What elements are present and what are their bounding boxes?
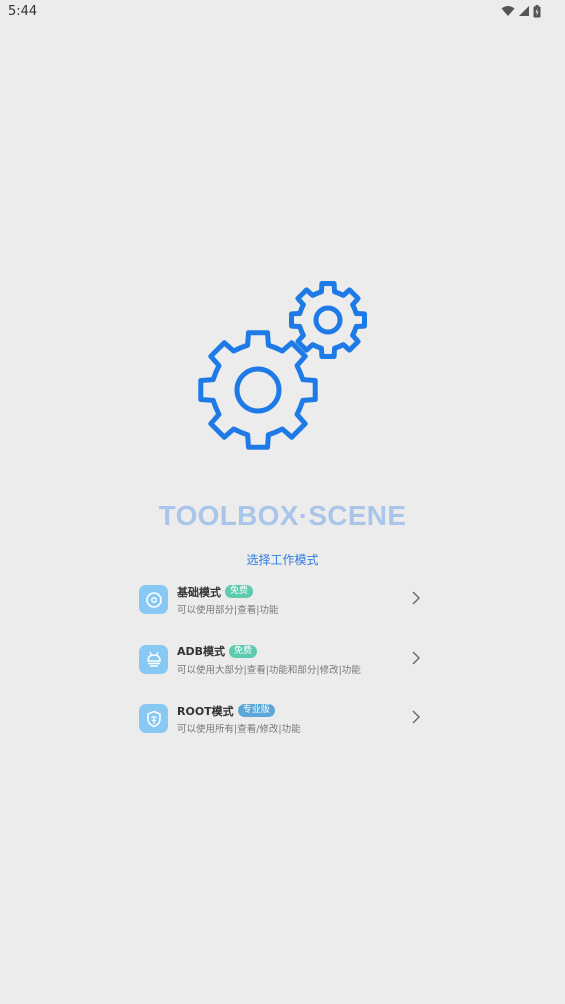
- mode-title: 基础模式: [177, 585, 221, 599]
- signal-icon: [519, 6, 529, 16]
- status-bar: 5:44: [0, 0, 565, 24]
- android-icon: [146, 651, 161, 667]
- wifi-icon: [501, 6, 515, 16]
- mode-title: ROOT模式: [177, 704, 234, 718]
- chevron-right-icon: [412, 710, 420, 724]
- chevron-right-icon: [412, 651, 420, 664]
- status-icons: [501, 3, 541, 19]
- mode-badge: 免费: [225, 585, 254, 598]
- mode-item-adb[interactable]: ADB模式 免费 可以使用大部分|查看|功能和部分|修改|功能: [138, 642, 428, 702]
- small-gear-icon: [289, 281, 367, 359]
- mode-title-row: ROOT模式 专业版: [177, 702, 275, 719]
- mode-description: 可以使用大部分|查看|功能和部分|修改|功能: [177, 664, 361, 676]
- status-time: 5:44: [8, 4, 38, 19]
- mode-heading: 选择工作模式: [246, 553, 319, 567]
- mode-icon-root: [139, 704, 168, 733]
- screen: 5:44 TOOLBOX·SCENE 选择工作模式 基础模式 免费 可以使用部分…: [0, 0, 565, 1004]
- disc-icon: [145, 591, 162, 608]
- mode-badge: 免费: [229, 644, 258, 658]
- mode-title-row: 基础模式 免费: [177, 583, 254, 600]
- mode-item-basic[interactable]: 基础模式 免费 可以使用部分|查看|功能: [138, 582, 428, 642]
- mode-item-root[interactable]: ROOT模式 专业版 可以使用所有|查看/修改|功能: [138, 701, 428, 761]
- app-title: TOOLBOX·SCENE: [158, 500, 407, 531]
- mode-icon-basic: [139, 585, 168, 614]
- chevron-right-icon: [412, 591, 420, 605]
- mode-badge: 专业版: [237, 704, 275, 717]
- gears-illustration: [198, 281, 367, 450]
- mode-title-row: ADB模式 免费: [177, 643, 258, 660]
- mode-title: ADB模式: [177, 645, 226, 658]
- mode-icon-adb: [139, 644, 168, 674]
- large-gear-icon: [198, 330, 318, 450]
- shield-icon: [146, 710, 161, 727]
- mode-description: 可以使用所有|查看/修改|功能: [177, 724, 301, 735]
- battery-icon: [533, 4, 541, 17]
- mode-list: 基础模式 免费 可以使用部分|查看|功能 ADB模式 免费 可以使用大部分|查看…: [138, 582, 428, 761]
- mode-description: 可以使用部分|查看|功能: [177, 605, 279, 616]
